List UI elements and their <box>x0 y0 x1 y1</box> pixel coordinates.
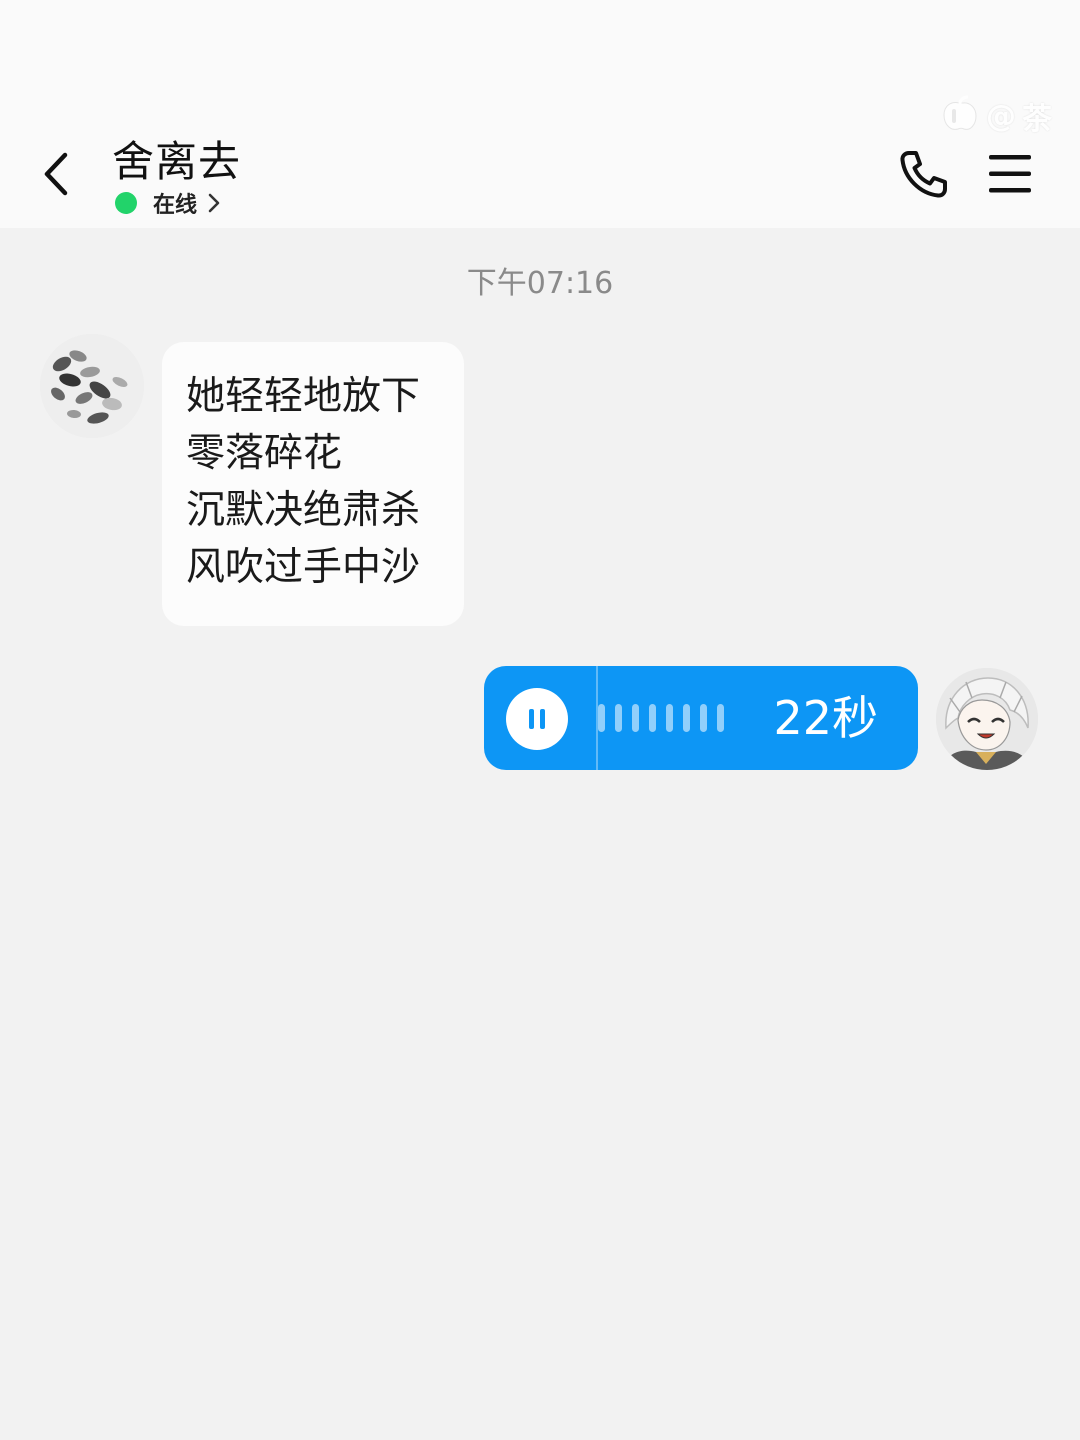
waveform-bar <box>598 704 605 732</box>
app-logo-icon <box>943 95 977 130</box>
message-line: 零落碎花 <box>186 431 343 476</box>
pause-button[interactable] <box>506 688 568 750</box>
watermark: @ 茶 <box>938 94 1052 138</box>
phone-call-button[interactable] <box>896 146 952 202</box>
voice-duration: 22秒 <box>773 691 878 745</box>
waveform-bar <box>649 704 656 732</box>
message-line: 她轻轻地放下 <box>186 374 421 419</box>
online-status[interactable]: 在线 <box>112 188 241 218</box>
user-avatar[interactable] <box>936 668 1038 770</box>
waveform-bar <box>666 704 673 732</box>
pause-icon <box>529 709 545 729</box>
contact-avatar[interactable] <box>40 334 144 438</box>
outgoing-voice-message[interactable]: 22秒 <box>484 666 918 770</box>
message-timestamp: 下午07:16 <box>466 266 614 301</box>
waveform-bar <box>717 704 724 732</box>
chat-header: @ 茶 舍离去 在线 <box>0 0 1080 228</box>
menu-button[interactable] <box>984 148 1036 200</box>
contact-info[interactable]: 舍离去 在线 <box>112 136 241 218</box>
status-text: 在线 <box>153 193 198 218</box>
chevron-right-icon <box>207 192 221 214</box>
avatar-leaves-icon <box>40 334 144 438</box>
avatar-anime-character-icon <box>936 668 1038 770</box>
back-button[interactable] <box>30 146 82 202</box>
waveform-bar <box>683 704 690 732</box>
watermark-at: @ <box>986 98 1016 134</box>
contact-name: 舍离去 <box>112 137 242 186</box>
incoming-text-message[interactable]: 她轻轻地放下 零落碎花 沉默决绝肃杀 风吹过手中沙 <box>162 342 464 626</box>
message-line: 沉默决绝肃杀 <box>186 488 421 533</box>
online-dot-icon <box>115 192 137 214</box>
waveform-bar <box>632 704 639 732</box>
message-line: 风吹过手中沙 <box>186 545 421 590</box>
waveform-bar <box>615 704 622 732</box>
hamburger-menu-icon <box>989 155 1031 193</box>
waveform-bar <box>700 704 707 732</box>
watermark-text: 茶 <box>1022 102 1052 137</box>
phone-icon <box>900 151 947 198</box>
chevron-left-icon <box>44 152 68 196</box>
